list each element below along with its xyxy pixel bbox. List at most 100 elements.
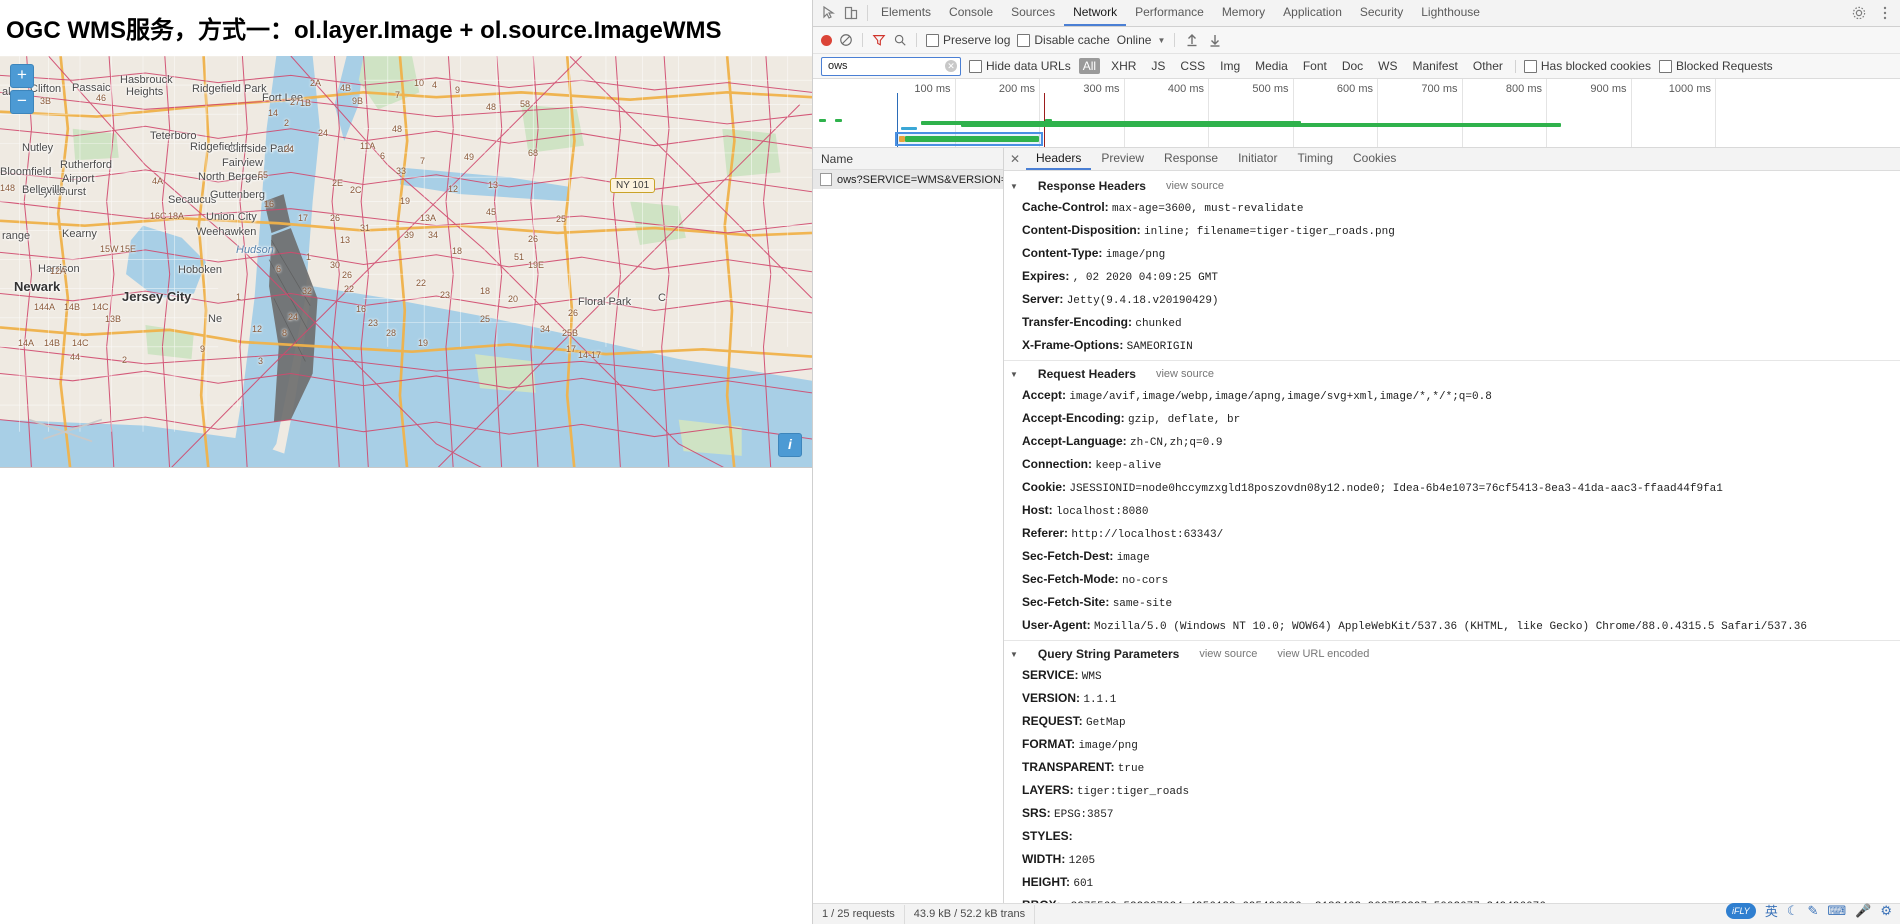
ime-mic-icon[interactable]: 🎤 (1855, 903, 1871, 919)
disable-cache-box[interactable] (1017, 34, 1030, 47)
request-name: ows?SERVICE=WMS&VERSION=1.1.... (837, 174, 1003, 186)
has-blocked-cookies-box[interactable] (1524, 60, 1537, 73)
headers-content[interactable]: ▼Response Headersview sourceCache-Contro… (1004, 171, 1900, 903)
hide-data-urls-checkbox[interactable]: Hide data URLs (969, 59, 1071, 73)
tab-performance[interactable]: Performance (1126, 0, 1213, 26)
map-route-number: 6 (276, 264, 281, 274)
view-source-link[interactable]: view source (1166, 180, 1224, 192)
filter-type-all[interactable]: All (1079, 58, 1100, 74)
filter-type-font[interactable]: Font (1299, 58, 1331, 74)
clear-filter-icon[interactable]: ✕ (945, 60, 957, 72)
ime-language-toggle[interactable]: 英 (1765, 901, 1778, 920)
chevron-down-icon[interactable]: ▼ (1010, 370, 1018, 379)
filter-type-manifest[interactable]: Manifest (1409, 58, 1462, 74)
chevron-down-icon[interactable]: ▼ (1010, 650, 1018, 659)
section-title-row[interactable]: ▼Query String Parametersview sourceview … (1004, 644, 1900, 665)
has-blocked-cookies-checkbox[interactable]: Has blocked cookies (1524, 59, 1651, 73)
filter-type-js[interactable]: JS (1147, 58, 1169, 74)
blocked-requests-box[interactable] (1659, 60, 1672, 73)
network-overview-timeline[interactable]: 100 ms200 ms300 ms400 ms500 ms600 ms700 … (813, 79, 1900, 148)
throttling-select[interactable]: Online ▼ (1117, 33, 1166, 47)
view-source-link[interactable]: view source (1199, 648, 1257, 660)
map-attribution-info-button[interactable]: i (778, 433, 802, 457)
ime-toolbar[interactable]: iFLY 英 ☾ ✎ ⌨ 🎤 ⚙ (1726, 901, 1892, 920)
settings-gear-icon[interactable] (1851, 5, 1867, 21)
map-route-number: 8 (282, 328, 287, 338)
filter-icon[interactable] (872, 33, 886, 47)
detail-tab-response[interactable]: Response (1154, 148, 1228, 170)
filter-type-xhr[interactable]: XHR (1107, 58, 1140, 74)
map-zoom-controls[interactable]: + − (10, 64, 34, 114)
toolbar-divider-2 (862, 33, 863, 47)
device-toolbar-icon[interactable] (843, 5, 859, 21)
search-icon[interactable] (893, 33, 907, 47)
map-container[interactable]: + − i CliftonPassaicHasbrouckHeightsRidg… (0, 56, 812, 468)
disable-cache-label: Disable cache (1034, 33, 1109, 47)
map-route-number: 26 (342, 270, 352, 280)
ime-settings-icon[interactable]: ⚙ (1880, 903, 1892, 919)
zoom-in-button[interactable]: + (10, 64, 34, 88)
header-value: image/avif,image/webp,image/apng,image/s… (1069, 391, 1491, 403)
close-detail-icon[interactable]: ✕ (1004, 148, 1026, 170)
header-row: Server: Jetty(9.4.18.v20190429) (1004, 289, 1900, 312)
header-key: REQUEST: (1022, 714, 1086, 728)
header-key: X-Frame-Options: (1022, 338, 1127, 352)
devtools-main-tabs[interactable]: ElementsConsoleSourcesNetworkPerformance… (872, 0, 1489, 26)
resource-type-filters[interactable]: All XHR JS CSS Img Media Font Doc WS Manifest Othe… (1079, 58, 1507, 74)
filter-type-css[interactable]: CSS (1176, 58, 1209, 74)
view-source-link[interactable]: view URL encoded (1277, 648, 1369, 660)
detail-tab-list[interactable]: HeadersPreviewResponseInitiatorTimingCoo… (1026, 148, 1406, 170)
preserve-log-box[interactable] (926, 34, 939, 47)
more-options-icon[interactable] (1877, 5, 1893, 21)
chevron-down-icon[interactable]: ▼ (1010, 182, 1018, 191)
ime-pen-icon[interactable]: ✎ (1807, 903, 1818, 919)
map-route-number: 9B (352, 96, 363, 106)
section-title-row[interactable]: ▼Request Headersview source (1004, 364, 1900, 385)
filter-type-img[interactable]: Img (1216, 58, 1244, 74)
detail-tab-cookies[interactable]: Cookies (1343, 148, 1406, 170)
filter-input[interactable] (826, 59, 940, 73)
tab-security[interactable]: Security (1351, 0, 1412, 26)
filter-type-doc[interactable]: Doc (1338, 58, 1367, 74)
detail-tab-preview[interactable]: Preview (1091, 148, 1154, 170)
preserve-log-checkbox[interactable]: Preserve log (926, 33, 1010, 47)
filter-type-other[interactable]: Other (1469, 58, 1507, 74)
disable-cache-checkbox[interactable]: Disable cache (1017, 33, 1109, 47)
request-detail-tabs[interactable]: ✕ HeadersPreviewResponseInitiatorTimingC… (1004, 148, 1900, 171)
tab-elements[interactable]: Elements (872, 0, 940, 26)
detail-tab-initiator[interactable]: Initiator (1228, 148, 1287, 170)
tab-memory[interactable]: Memory (1213, 0, 1274, 26)
request-list-header[interactable]: Name (813, 148, 1003, 170)
tab-application[interactable]: Application (1274, 0, 1351, 26)
tab-network[interactable]: Network (1064, 0, 1126, 26)
map-canvas (0, 56, 812, 468)
tab-console[interactable]: Console (940, 0, 1002, 26)
blocked-requests-checkbox[interactable]: Blocked Requests (1659, 59, 1773, 73)
hide-data-urls-box[interactable] (969, 60, 982, 73)
detail-tab-headers[interactable]: Headers (1026, 148, 1091, 170)
import-har-icon[interactable] (1184, 32, 1200, 48)
header-value: http://localhost:63343/ (1071, 529, 1223, 541)
filter-type-media[interactable]: Media (1251, 58, 1292, 74)
map-route-number: 22 (416, 278, 426, 288)
map-route-number: 46 (96, 93, 106, 103)
clear-button[interactable] (839, 33, 853, 47)
filter-input-wrapper[interactable]: ✕ (821, 57, 961, 76)
export-har-icon[interactable] (1207, 32, 1223, 48)
view-source-link[interactable]: view source (1156, 368, 1214, 380)
zoom-out-button[interactable]: − (10, 90, 34, 114)
request-list[interactable]: ows?SERVICE=WMS&VERSION=1.1.... (813, 170, 1003, 903)
record-button[interactable] (821, 35, 832, 46)
request-row[interactable]: ows?SERVICE=WMS&VERSION=1.1.... (813, 170, 1003, 189)
tab-sources[interactable]: Sources (1002, 0, 1064, 26)
filter-type-ws[interactable]: WS (1374, 58, 1401, 74)
header-value: image/png (1078, 740, 1137, 752)
timeline-tick-label: 600 ms (1337, 83, 1377, 95)
tab-lighthouse[interactable]: Lighthouse (1412, 0, 1489, 26)
section-title-row[interactable]: ▼Response Headersview source (1004, 176, 1900, 197)
detail-tab-timing[interactable]: Timing (1287, 148, 1343, 170)
inspect-element-icon[interactable] (821, 5, 837, 21)
ime-keyboard-icon[interactable]: ⌨ (1827, 903, 1846, 919)
map-route-number: 48 (486, 102, 496, 112)
ime-moon-icon[interactable]: ☾ (1787, 903, 1799, 919)
